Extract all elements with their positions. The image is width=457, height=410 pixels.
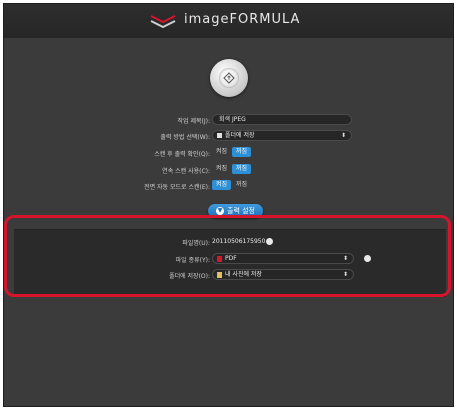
auto-feed-label: 전면 자동 모드로 스캔(E): (144, 184, 210, 191)
folder-icon (217, 133, 222, 138)
output-method-row: 출력 방법 선택(W): 폴더에 저장 ⬍ (4, 129, 453, 143)
highlight-callout-box (4, 215, 451, 297)
output-method-label: 출력 방법 선택(W): (160, 134, 210, 141)
output-settings-label: 출력 설정 (227, 207, 255, 215)
select-arrows-icon: ⬍ (340, 132, 346, 139)
job-title-row: 작업 제목(J): 회색 JPEG (4, 113, 453, 127)
app-window: imageFORMULA 작업 제목(J): 회색 JPEG 출력 방법 선택(… (3, 3, 454, 407)
confirm-after-scan-on-toggle[interactable]: 켜짐 (212, 147, 231, 157)
job-title-input[interactable]: 회색 JPEG (212, 114, 352, 125)
empty-content-area (4, 304, 453, 406)
confirm-after-scan-off-toggle[interactable]: 꺼짐 (232, 147, 252, 157)
continuous-scan-label: 연속 스캔 사용(C): (162, 168, 210, 175)
start-scan-button[interactable] (210, 59, 248, 97)
app-header: imageFORMULA (4, 4, 453, 38)
app-logo-text: imageFORMULA (184, 12, 301, 27)
confirm-after-scan-row: 스캔 후 출력 확인(Q): 켜짐 꺼짐 (4, 146, 453, 160)
output-method-value: 폴더에 저장 (225, 132, 255, 139)
down-arrow-icon: ▼ (216, 207, 224, 215)
start-diamond-icon (219, 68, 239, 88)
auto-feed-on-toggle[interactable]: 켜짐 (212, 180, 232, 190)
continuous-scan-row: 연속 스캔 사용(C): 켜짐 꺼짐 (4, 163, 453, 177)
continuous-scan-on-toggle[interactable]: 켜짐 (212, 164, 231, 174)
job-title-label: 작업 제목(J): (177, 118, 210, 125)
auto-feed-off-toggle[interactable]: 꺼짐 (232, 180, 251, 190)
canon-logo-icon (150, 15, 176, 29)
confirm-after-scan-label: 스캔 후 출력 확인(Q): (154, 151, 210, 158)
auto-feed-row: 전면 자동 모드로 스캔(E): 켜짐 꺼짐 (4, 179, 453, 193)
output-method-select[interactable]: 폴더에 저장 ⬍ (212, 130, 352, 141)
continuous-scan-off-toggle[interactable]: 꺼짐 (232, 164, 252, 174)
